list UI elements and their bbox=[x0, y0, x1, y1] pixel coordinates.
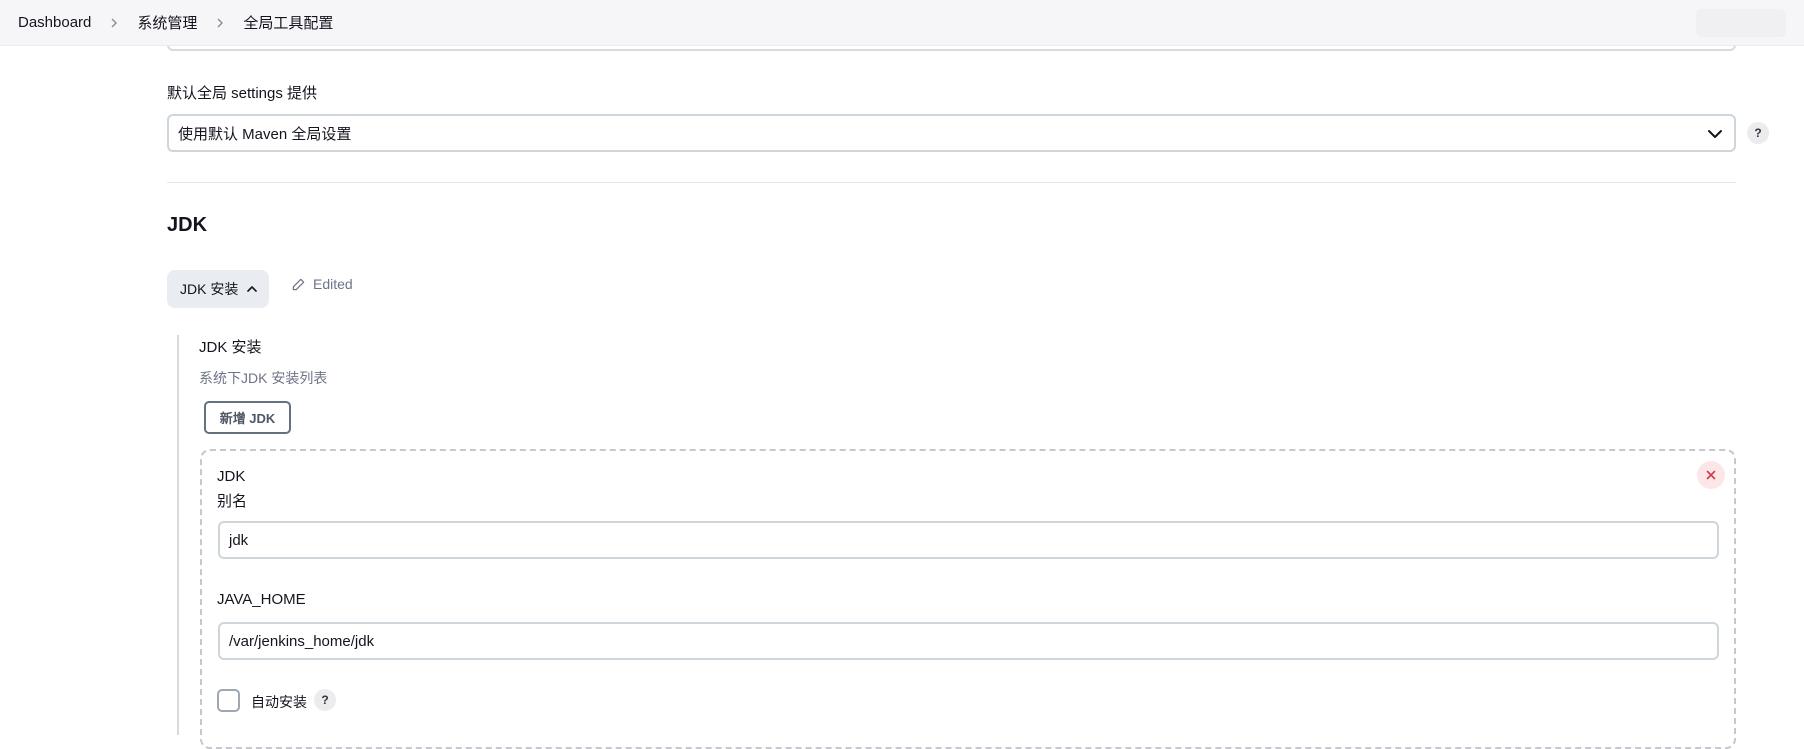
pencil-icon bbox=[292, 278, 305, 290]
chevron-up-icon bbox=[247, 286, 258, 292]
java-home-label: JAVA_HOME bbox=[217, 591, 306, 608]
maven-settings-selected-value: 使用默认 Maven 全局设置 bbox=[178, 125, 352, 143]
chevron-right-icon bbox=[103, 12, 125, 34]
breadcrumb-global-tool-config[interactable]: 全局工具配置 bbox=[243, 12, 333, 33]
breadcrumb-bar: Dashboard 系统管理 全局工具配置 bbox=[0, 0, 1804, 46]
alias-label: 别名 bbox=[217, 493, 248, 510]
jdk-install-toggle-button[interactable]: JDK 安装 bbox=[167, 270, 269, 308]
auto-install-help-icon[interactable]: ? bbox=[314, 689, 336, 711]
maven-settings-label: 默认全局 settings 提供 bbox=[167, 85, 318, 102]
alias-input[interactable]: jdk bbox=[218, 521, 1719, 559]
alias-input-value: jdk bbox=[229, 531, 249, 549]
chevron-right-icon bbox=[209, 12, 231, 34]
java-home-input-value: /var/jenkins_home/jdk bbox=[229, 632, 375, 650]
close-icon bbox=[1706, 470, 1716, 480]
breadcrumb-system-management[interactable]: 系统管理 bbox=[137, 12, 197, 33]
breadcrumb-dashboard[interactable]: Dashboard bbox=[18, 14, 91, 31]
section-divider bbox=[167, 182, 1736, 183]
maven-settings-help-icon[interactable]: ? bbox=[1747, 122, 1769, 144]
jdk-section-title: JDK bbox=[167, 214, 208, 236]
chevron-down-icon bbox=[1708, 130, 1722, 138]
topbar-placeholder bbox=[1696, 9, 1786, 37]
edited-indicator: Edited bbox=[291, 276, 353, 292]
delete-jdk-button[interactable] bbox=[1697, 461, 1725, 489]
auto-install-checkbox[interactable] bbox=[217, 689, 240, 712]
maven-settings-select[interactable]: 使用默认 Maven 全局设置 bbox=[167, 114, 1736, 152]
jdk-entry-heading: JDK bbox=[217, 468, 246, 485]
jdk-install-field-title: JDK 安装 bbox=[199, 339, 262, 356]
section-indent-line bbox=[177, 335, 179, 735]
add-jdk-button[interactable]: 新增 JDK bbox=[204, 401, 291, 434]
edited-label: Edited bbox=[313, 276, 353, 292]
java-home-input[interactable]: /var/jenkins_home/jdk bbox=[218, 622, 1719, 660]
jdk-install-toggle-label: JDK 安装 bbox=[180, 281, 239, 297]
jdk-entry-container bbox=[200, 449, 1736, 749]
auto-install-label: 自动安装 bbox=[251, 694, 307, 710]
jdk-install-description: 系统下JDK 安装列表 bbox=[199, 370, 328, 386]
